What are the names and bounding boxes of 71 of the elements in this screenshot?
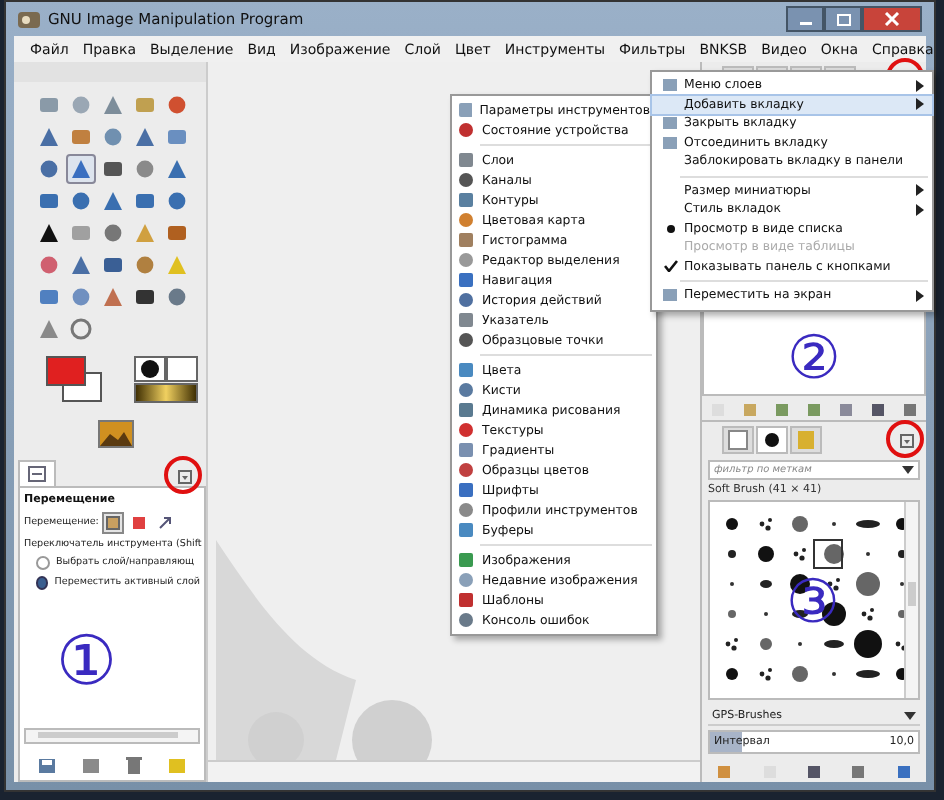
radio-button[interactable] — [36, 556, 50, 570]
tool-icon — [166, 94, 188, 116]
brush-action-icon[interactable] — [805, 764, 822, 780]
move-mode-toggle[interactable] — [128, 512, 151, 534]
tool-icon — [134, 94, 156, 116]
tab-icon — [28, 466, 46, 482]
tool-icon — [166, 254, 188, 276]
move-mode-toggle[interactable] — [154, 512, 177, 534]
tool-icon — [134, 286, 156, 308]
tool-icon — [166, 222, 188, 244]
tool-icon — [166, 286, 188, 308]
color-swatches[interactable] — [46, 356, 106, 404]
tool-options-tab[interactable] — [18, 460, 56, 486]
tool-icon — [70, 254, 92, 276]
tool-icon — [134, 254, 156, 276]
tool-icon — [102, 126, 124, 148]
tool-icon — [134, 190, 156, 212]
tool-icon — [70, 126, 92, 148]
radio-dot-icon — [665, 223, 675, 234]
close-button[interactable] — [862, 6, 922, 32]
tool-icon — [38, 318, 60, 340]
brush-action-icon[interactable] — [850, 764, 867, 780]
tool-icon — [102, 254, 124, 276]
dock-tab[interactable] — [756, 426, 788, 454]
tool-icon — [166, 158, 188, 180]
tool-icon — [102, 190, 124, 212]
radio-button[interactable] — [36, 576, 49, 590]
tool-icon — [38, 158, 60, 180]
tool-icon — [102, 286, 124, 308]
tool-icon — [134, 126, 156, 148]
tool-icon — [134, 158, 156, 180]
trash-icon[interactable] — [126, 756, 143, 774]
tool-icon — [166, 126, 188, 148]
tool-icon — [70, 286, 92, 308]
tool-icon — [102, 94, 124, 116]
dropdown-arrow-icon — [902, 466, 914, 474]
brush-pattern-gradient-preview[interactable] — [134, 356, 198, 404]
tool-icon — [70, 94, 92, 116]
tool-icon — [70, 222, 92, 244]
active-image-thumbnail[interactable] — [98, 420, 134, 448]
horizontal-scrollbar[interactable] — [24, 728, 200, 744]
maximize-icon — [835, 13, 851, 25]
checkmark-icon — [663, 260, 677, 273]
dropdown-arrow-icon — [904, 712, 916, 720]
tab-menu-button[interactable] — [176, 468, 194, 486]
vertical-scrollbar[interactable] — [904, 502, 918, 698]
tool-icon — [134, 222, 156, 244]
move-mode-toggle[interactable] — [102, 512, 125, 534]
circled-number-annotation: ① — [56, 628, 117, 696]
tool-icon — [38, 286, 60, 308]
tool-icon — [38, 222, 60, 244]
tool-icon — [166, 190, 188, 212]
ring-tool-icon — [70, 318, 92, 340]
mode-icon — [158, 516, 173, 530]
circled-number-annotation: ② — [787, 330, 841, 390]
tool-icon — [70, 158, 92, 180]
brush-action-icon[interactable] — [895, 764, 912, 780]
app-icon — [18, 9, 40, 29]
maximize-button[interactable] — [824, 6, 862, 32]
tool-icon — [38, 94, 60, 116]
tool-icon — [38, 190, 60, 212]
tool-icon — [38, 126, 60, 148]
restore-icon[interactable] — [81, 757, 100, 773]
tool-icon — [38, 254, 60, 276]
save-icon[interactable] — [37, 757, 56, 773]
close-icon — [884, 12, 900, 26]
tool-icon — [102, 158, 124, 180]
tool-icon — [70, 190, 92, 212]
minimize-button[interactable] — [786, 6, 824, 32]
tool-icon — [102, 222, 124, 244]
tab-menu-button[interactable] — [898, 431, 916, 449]
